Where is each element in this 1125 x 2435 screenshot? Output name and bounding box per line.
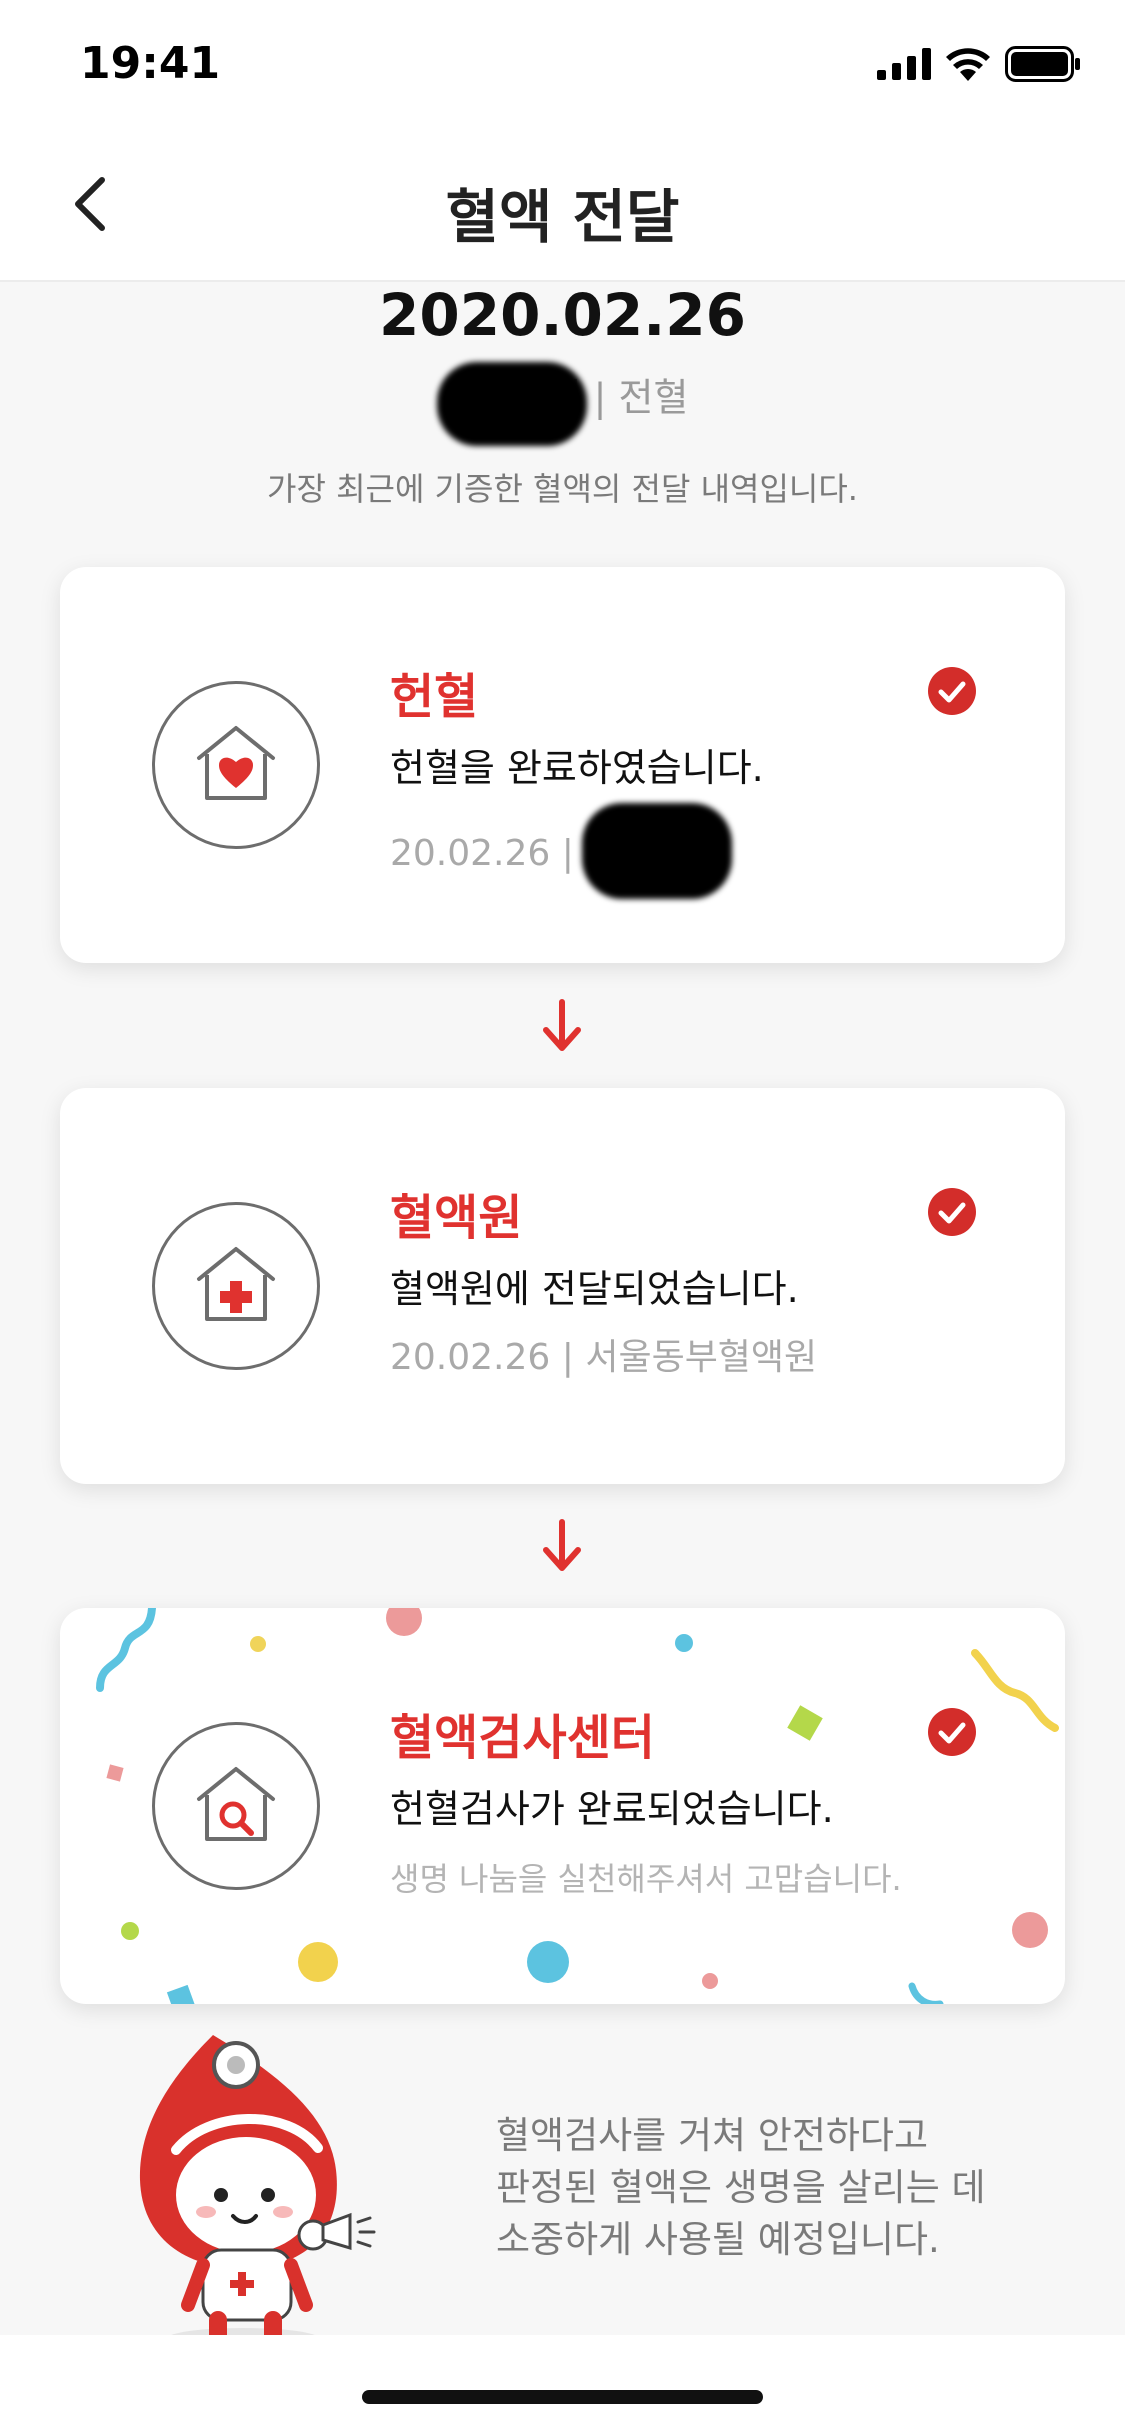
donation-header: 2020.02.26 혈 | 전혈 가장 최근에 기증한 혈액의 전달 내역입니… xyxy=(0,282,1125,510)
step-meta: 20.02.26 | 서울동부혈액원 xyxy=(390,1337,818,1378)
header-description: 가장 최근에 기증한 혈액의 전달 내역입니다. xyxy=(267,470,858,508)
status-bar: 19:41 xyxy=(0,0,1125,130)
icon-circle xyxy=(152,1722,320,1890)
step-title: 헌혈 xyxy=(390,669,479,725)
footer-line: 소중하게 사용될 예정입니다. xyxy=(496,2218,940,2261)
step-text: 헌혈을 완료하였습니다. xyxy=(390,746,764,790)
status-icons xyxy=(877,46,1081,82)
footer-text: 혈액검사를 거쳐 안전하다고 판정된 혈액은 생명을 살리는 데 소중하게 사용… xyxy=(496,2110,1076,2266)
footer-line: 혈액검사를 거쳐 안전하다고 xyxy=(496,2114,929,2157)
donation-date: 2020.02.26 xyxy=(379,281,746,349)
blood-drop-mascot xyxy=(139,2035,376,2348)
donation-type: 혈 | 전혈 xyxy=(0,358,1125,446)
wifi-icon xyxy=(946,48,990,81)
step-title: 혈액원 xyxy=(390,1190,523,1246)
step-meta: 생명 나눔을 실천해주셔서 고맙습니다. xyxy=(390,1860,902,1898)
step-card-blood-center: 혈액원 혈액원에 전달되었습니다. 20.02.26 | 서울동부혈액원 xyxy=(60,1088,1065,1484)
house-magnifier-icon xyxy=(197,1767,275,1841)
redacted-area xyxy=(581,803,732,899)
home-indicator[interactable] xyxy=(362,2390,763,2404)
nav-bar: 혈액 전달 xyxy=(0,130,1125,282)
check-icon xyxy=(928,667,976,715)
icon-circle xyxy=(152,681,320,849)
battery-icon xyxy=(1005,46,1080,82)
footer-message: 혈액검사를 거쳐 안전하다고 판정된 혈액은 생명을 살리는 데 소중하게 사용… xyxy=(0,2010,1125,2348)
icon-circle xyxy=(152,1202,320,1370)
footer-line: 판정된 혈액은 생명을 살리는 데 xyxy=(496,2166,986,2209)
arrow-down-icon xyxy=(543,999,581,1051)
step-meta: 20.02.26 | xyxy=(390,803,732,903)
bottom-bar xyxy=(0,2335,1125,2435)
check-icon xyxy=(928,1708,976,1756)
donation-type-label: | 전혈 xyxy=(593,375,689,420)
step-card-donation: 헌혈 헌혈을 완료하였습니다. 20.02.26 | xyxy=(60,567,1065,963)
house-heart-icon xyxy=(197,726,275,800)
page-title: 혈액 전달 xyxy=(445,183,680,251)
arrow-down-icon xyxy=(543,1519,581,1571)
status-time: 19:41 xyxy=(80,38,221,89)
step-text: 혈액원에 전달되었습니다. xyxy=(390,1267,799,1311)
step-text: 헌혈검사가 완료되었습니다. xyxy=(390,1787,834,1831)
step-card-test-center: 혈액검사센터 헌혈검사가 완료되었습니다. 생명 나눔을 실천해주셔서 고맙습니… xyxy=(60,1608,1065,2004)
check-icon xyxy=(928,1188,976,1236)
signal-icon xyxy=(877,48,931,80)
step-title: 혈액검사센터 xyxy=(390,1710,655,1766)
redacted-area xyxy=(436,362,587,446)
step-meta-text: 20.02.26 | xyxy=(390,833,574,874)
house-cross-icon xyxy=(197,1247,275,1321)
